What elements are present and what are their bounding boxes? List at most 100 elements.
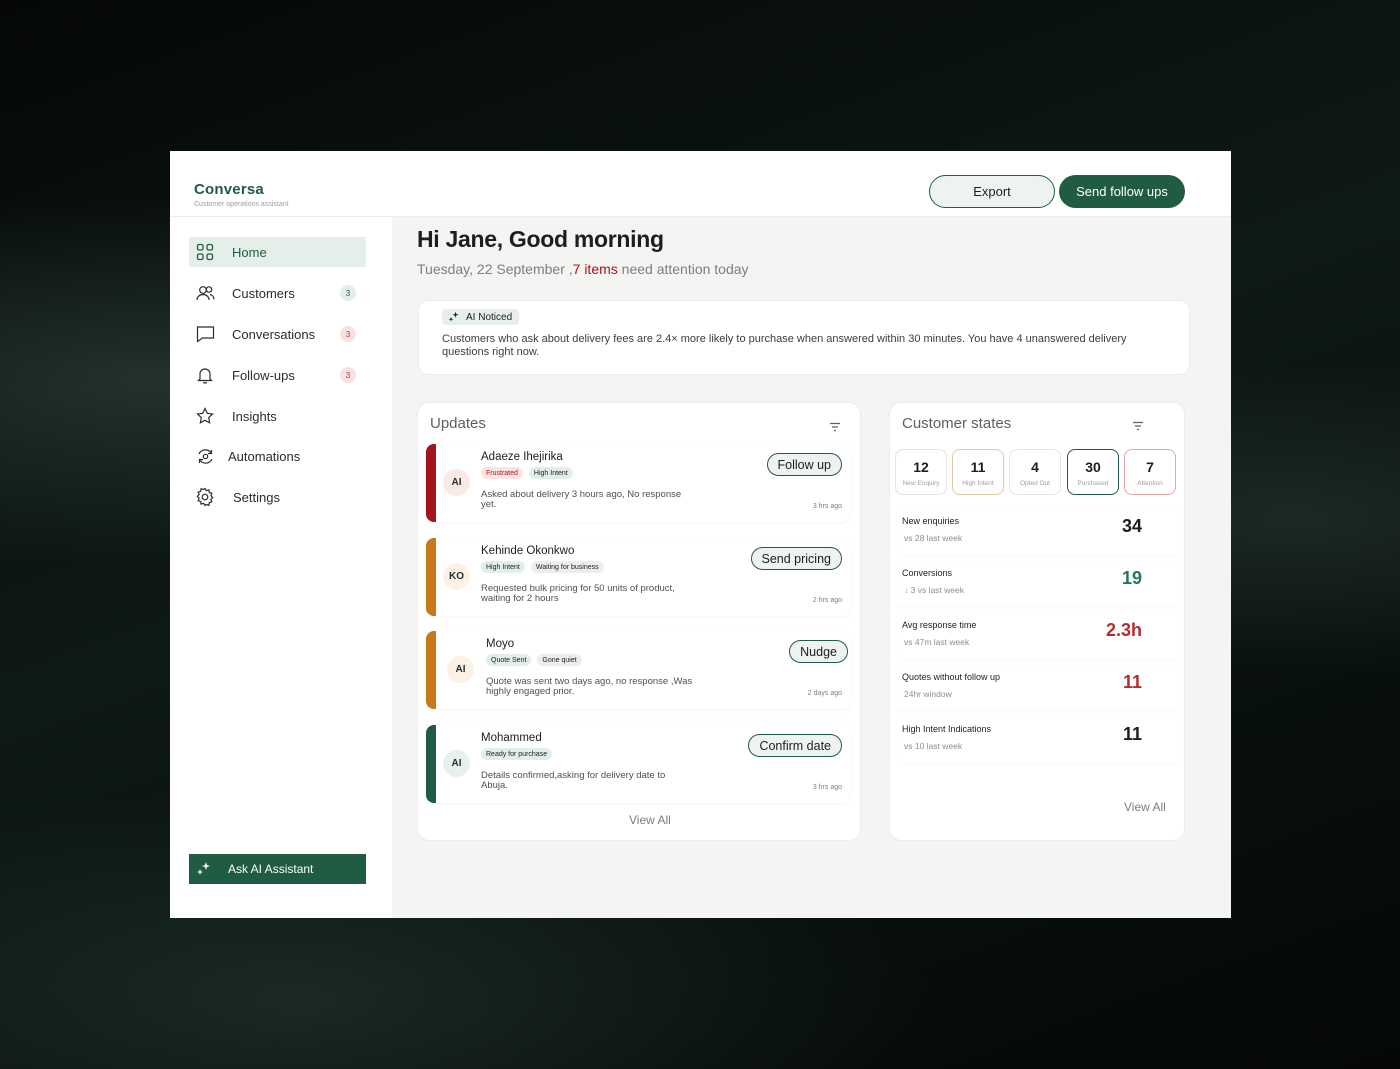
gear-icon <box>195 487 215 507</box>
avatar: AI <box>447 656 474 683</box>
status-stripe <box>426 725 436 803</box>
sidebar-item-insights[interactable]: Insights <box>189 401 366 431</box>
metric-comparison: vs 28 last week <box>904 533 963 543</box>
date-text: Tuesday, 22 September , <box>417 261 573 277</box>
state-value: 12 <box>913 459 929 475</box>
ask-ai-assistant-button[interactable]: Ask AI Assistant <box>189 854 366 884</box>
state-label: Attention <box>1137 480 1163 487</box>
update-description: Details confirmed,asking for delivery da… <box>481 770 666 791</box>
ai-notice-text: Customers who ask about delivery fees ar… <box>442 333 1127 358</box>
state-value: 7 <box>1146 459 1154 475</box>
avatar: AI <box>443 469 470 496</box>
state-attention[interactable]: 7 Attention <box>1124 449 1176 495</box>
bell-icon <box>195 365 215 385</box>
sidebar-item-label: Follow-ups <box>232 367 295 383</box>
state-label: High Intent <box>962 480 994 487</box>
metric-new-enquiries: New enquiries vs 28 last week 34 <box>897 509 1182 555</box>
updates-view-all-link[interactable]: View All <box>629 813 671 827</box>
metric-value: 11 <box>1122 672 1142 692</box>
updates-card: Updates AI Adaeze Ihejirika Frustrated H… <box>417 402 861 841</box>
tag-list: Quote Sent Gone quiet <box>486 654 582 666</box>
nudge-button[interactable]: Nudge <box>789 640 848 663</box>
timestamp: 3 hrs ago <box>812 503 842 510</box>
state-value: 30 <box>1085 459 1101 475</box>
customer-name: Mohammed <box>481 732 542 744</box>
count-badge: 3 <box>340 285 356 301</box>
export-button[interactable]: Export <box>929 175 1055 208</box>
users-icon <box>195 283 215 303</box>
automation-icon <box>195 446 215 466</box>
brand: Conversa Customer operations assistant <box>194 181 289 208</box>
tag: High Intent <box>481 561 525 573</box>
update-item[interactable]: AI Mohammed Ready for purchase Details c… <box>426 725 850 803</box>
app-tagline: Customer operations assistant <box>194 201 289 208</box>
customer-name: Moyo <box>486 638 515 650</box>
attention-count: 7 items <box>572 261 618 277</box>
sidebar-item-customers[interactable]: Customers 3 <box>189 278 366 308</box>
ai-noticed-tag: AI Noticed <box>442 309 520 325</box>
attention-summary: Tuesday, 22 September ,7 items need atte… <box>417 261 749 277</box>
app-name: Conversa <box>194 181 264 198</box>
state-new-enquiry[interactable]: 12 New Enquiry <box>895 449 947 495</box>
customer-states-view-all-link[interactable]: View All <box>1124 800 1166 814</box>
state-purchased[interactable]: 30 Purchased <box>1067 449 1119 495</box>
sidebar-item-label: Conversations <box>232 326 316 342</box>
confirm-date-button[interactable]: Confirm date <box>748 734 842 757</box>
follow-up-button[interactable]: Follow up <box>766 453 842 476</box>
sidebar: Home Customers 3 Conversations 3 Follow-… <box>170 217 392 918</box>
update-item[interactable]: KO Kehinde Okonkwo High Intent Waiting f… <box>426 538 850 616</box>
top-bar: Conversa Customer operations assistant E… <box>170 151 1231 217</box>
tag: Ready for purchase <box>481 748 553 760</box>
ask-ai-label: Ask AI Assistant <box>228 862 314 876</box>
sidebar-item-home[interactable]: Home <box>189 237 366 267</box>
sidebar-item-settings[interactable]: Settings <box>189 482 366 512</box>
avatar: AI <box>443 750 470 777</box>
send-follow-ups-button[interactable]: Send follow ups <box>1059 175 1185 208</box>
tag: Gone quiet <box>537 654 582 666</box>
timestamp: 2 hrs ago <box>812 597 842 604</box>
tag: Frustrated <box>481 467 523 479</box>
state-opted-out[interactable]: 4 Opted Out <box>1009 449 1061 495</box>
sidebar-item-label: Home <box>232 244 267 260</box>
sidebar-item-label: Settings <box>233 489 280 505</box>
update-description: Asked about delivery 3 hours ago, No res… <box>481 489 682 510</box>
avatar: KO <box>443 563 470 590</box>
metric-label: New enquiries <box>902 516 960 526</box>
status-stripe <box>426 444 436 522</box>
metric-conversions: Conversions ↓ 3 vs last week 19 <box>897 561 1182 607</box>
filter-icon[interactable] <box>1132 418 1144 436</box>
state-high-intent[interactable]: 11 High Intent <box>952 449 1004 495</box>
page-title: Hi Jane, Good morning <box>417 226 664 252</box>
sidebar-item-label: Automations <box>228 448 301 464</box>
status-stripe <box>426 538 436 616</box>
sidebar-item-label: Customers <box>232 285 295 301</box>
tag: Quote Sent <box>486 654 532 666</box>
update-description: Quote was sent two days ago, no response… <box>486 676 693 697</box>
send-pricing-button[interactable]: Send pricing <box>750 547 842 570</box>
sidebar-item-conversations[interactable]: Conversations 3 <box>189 319 366 349</box>
update-description: Requested bulk pricing for 50 units of p… <box>481 583 675 604</box>
metric-comparison: vs 10 last week <box>904 741 963 751</box>
ai-notice-card: AI Noticed Customers who ask about deliv… <box>418 300 1190 375</box>
customer-states-card: Customer states 12 New Enquiry 11 High I… <box>889 402 1185 841</box>
metric-value: 19 <box>1121 568 1142 588</box>
metric-comparison: ↓ 3 vs last week <box>904 585 964 595</box>
metric-comparison: vs 47m last week <box>904 637 970 647</box>
sidebar-item-automations[interactable]: Automations <box>189 441 366 471</box>
sparkle-icon <box>196 861 212 877</box>
count-badge: 3 <box>340 326 356 342</box>
metric-value: 11 <box>1122 724 1142 744</box>
metric-avg-response-time: Avg response time vs 47m last week 2.3h <box>897 613 1182 659</box>
metric-label: Avg response time <box>902 620 977 630</box>
filter-icon[interactable] <box>829 419 841 437</box>
tag-list: Ready for purchase <box>481 748 553 760</box>
update-item[interactable]: AI Moyo Quote Sent Gone quiet Quote was … <box>426 631 850 709</box>
metric-comparison: 24hr window <box>904 689 952 699</box>
sidebar-item-follow-ups[interactable]: Follow-ups 3 <box>189 360 366 390</box>
sidebar-item-label: Insights <box>232 408 277 424</box>
update-item[interactable]: AI Adaeze Ihejirika Frustrated High Inte… <box>426 444 850 522</box>
attention-suffix: need attention today <box>621 261 749 277</box>
customer-name: Kehinde Okonkwo <box>481 545 575 557</box>
state-label: Opted Out <box>1020 480 1050 487</box>
metric-label: Quotes without follow up <box>902 672 1001 682</box>
